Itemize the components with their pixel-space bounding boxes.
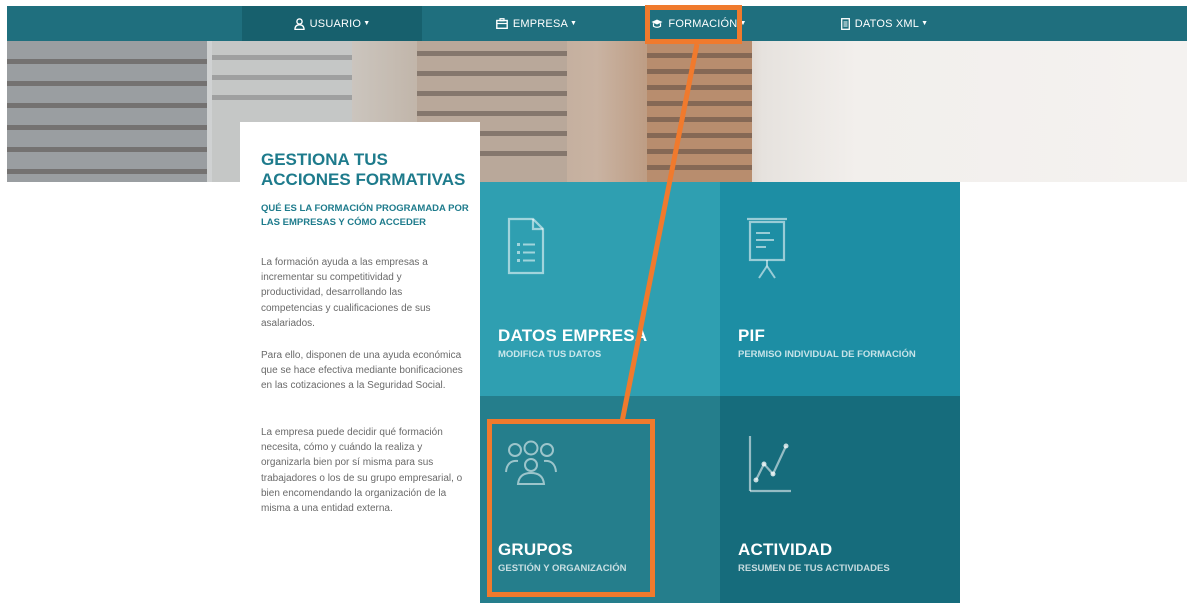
- nav-empresa[interactable]: EMPRESA ▼: [424, 6, 649, 41]
- tile-pif[interactable]: PIF PERMISO INDIVIDUAL DE FORMACIÓN: [720, 182, 960, 396]
- tile-title: DATOS EMPRESA: [498, 326, 648, 345]
- top-navigation: USUARIO ▼ EMPRESA ▼ FORMACIÓN ▼ DATOS XM…: [7, 6, 1187, 41]
- caret-down-icon: ▼: [363, 20, 371, 27]
- hero-image: [7, 41, 1187, 182]
- user-icon: [293, 17, 305, 30]
- tile-subtitle: RESUMEN DE TUS ACTIVIDADES: [738, 563, 890, 574]
- presentation-board-icon: [747, 217, 787, 279]
- nav-usuario-label: USUARIO: [309, 17, 362, 30]
- highlight-box-formacion: [645, 5, 742, 44]
- nav-datos-xml-label: DATOS XML: [854, 17, 920, 30]
- caret-down-icon: ▼: [921, 20, 929, 27]
- tile-actividad[interactable]: ACTIVIDAD RESUMEN DE TUS ACTIVIDADES: [720, 396, 960, 603]
- card-subtitle: QUÉ ES LA FORMACIÓN PROGRAMADA POR LAS E…: [261, 203, 469, 228]
- nav-datos-xml[interactable]: DATOS XML ▼: [747, 6, 1022, 41]
- highlight-box-grupos: [487, 419, 655, 597]
- caret-down-icon: ▼: [570, 20, 578, 27]
- tile-title: PIF: [738, 326, 766, 345]
- tile-subtitle: MODIFICA TUS DATOS: [498, 349, 602, 360]
- tile-datos-empresa[interactable]: DATOS EMPRESA MODIFICA TUS DATOS: [480, 182, 720, 396]
- nav-usuario[interactable]: USUARIO ▼: [242, 6, 422, 41]
- card-title: GESTIONA TUS ACCIONES FORMATIVAS: [261, 150, 466, 189]
- line-chart-icon: [748, 436, 791, 493]
- tile-title: ACTIVIDAD: [738, 540, 833, 559]
- card-paragraph: La formación ayuda a las empresas a incr…: [261, 257, 431, 329]
- document-icon: [840, 17, 850, 30]
- tile-subtitle: PERMISO INDIVIDUAL DE FORMACIÓN: [738, 349, 916, 360]
- info-card: GESTIONA TUS ACCIONES FORMATIVAS QUÉ ES …: [240, 122, 480, 603]
- briefcase-icon: [495, 18, 508, 29]
- building-left: [7, 41, 207, 182]
- building-tower: [647, 41, 752, 182]
- document-list-icon: [507, 217, 545, 275]
- card-paragraph: La empresa puede decidir qué formación n…: [261, 427, 463, 515]
- card-paragraph: Para ello, disponen de una ayuda económi…: [261, 350, 463, 392]
- nav-empresa-label: EMPRESA: [512, 17, 569, 30]
